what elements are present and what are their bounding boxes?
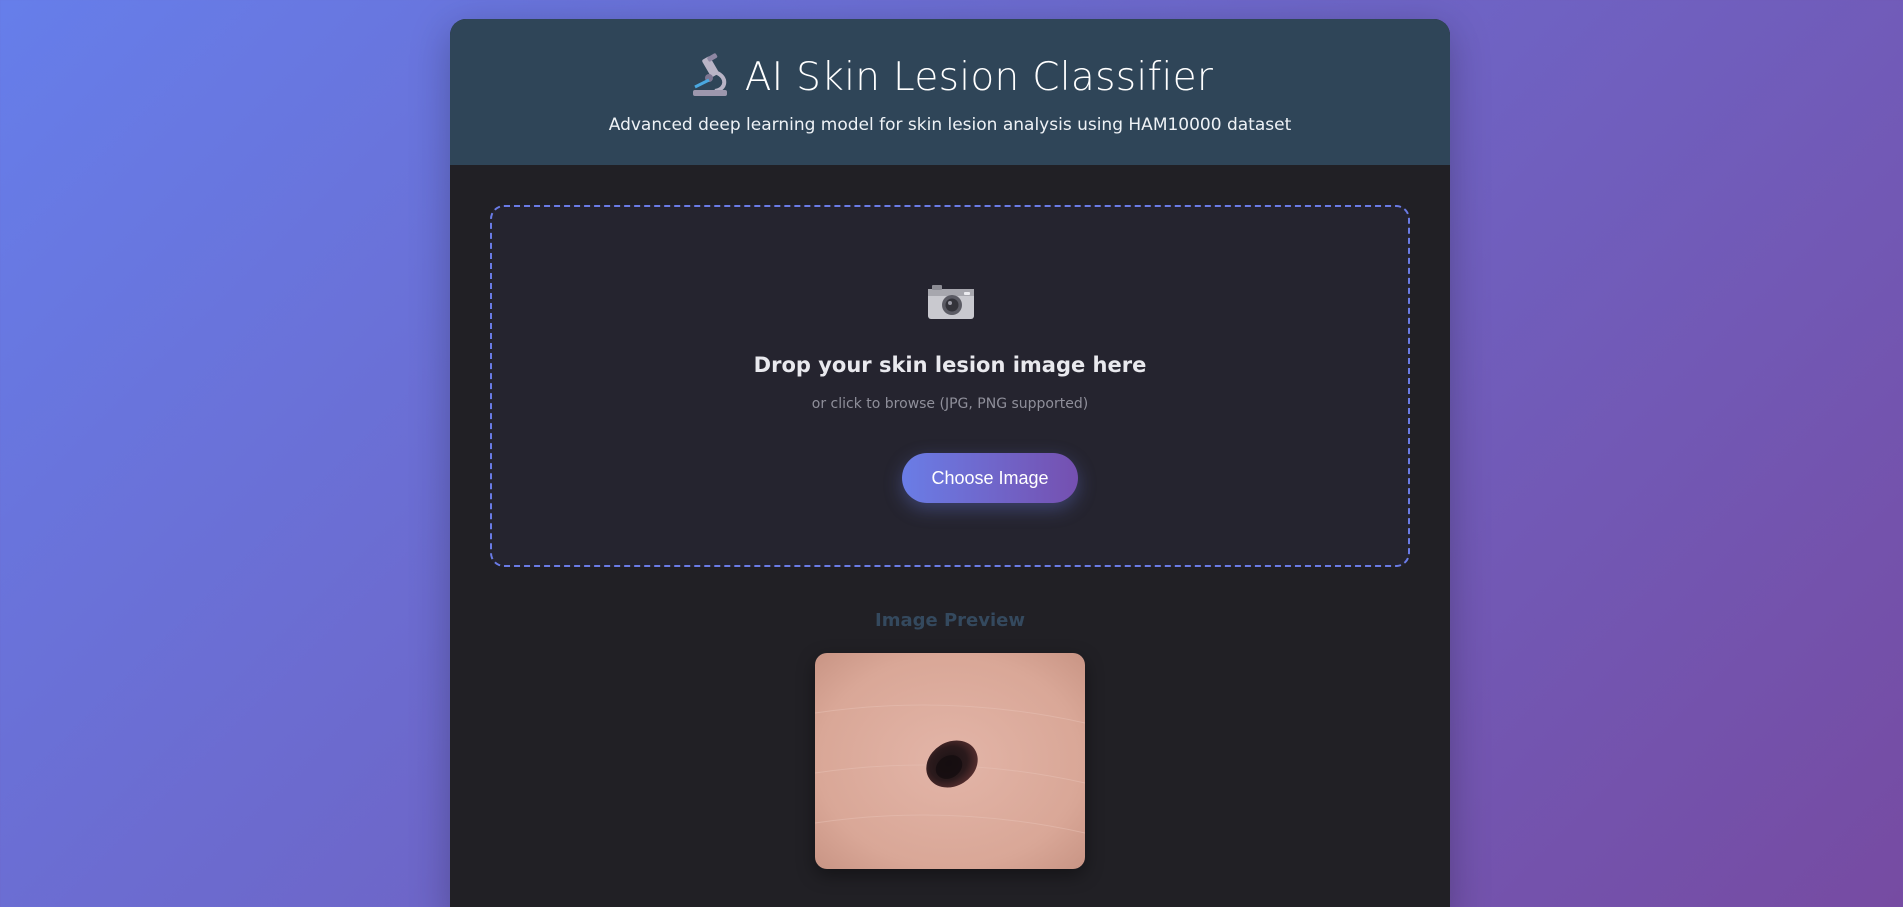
page-title: AI Skin Lesion Classifier [744, 55, 1214, 100]
preview-image [815, 653, 1085, 869]
preview-heading: Image Preview [875, 610, 1025, 631]
main-card: AI Skin Lesion Classifier Advanced deep … [450, 19, 1450, 907]
title-row: AI Skin Lesion Classifier [450, 53, 1450, 103]
upload-dropzone[interactable]: Drop your skin lesion image here or clic… [490, 205, 1410, 567]
app-header: AI Skin Lesion Classifier Advanced deep … [450, 19, 1450, 165]
camera-icon [926, 281, 976, 325]
choose-image-button[interactable]: Choose Image [902, 453, 1078, 503]
microscope-icon [687, 53, 733, 103]
upload-title: Drop your skin lesion image here [753, 353, 1147, 377]
page-subtitle: Advanced deep learning model for skin le… [608, 115, 1292, 135]
upload-hint: or click to browse (JPG, PNG supported) [811, 396, 1089, 412]
